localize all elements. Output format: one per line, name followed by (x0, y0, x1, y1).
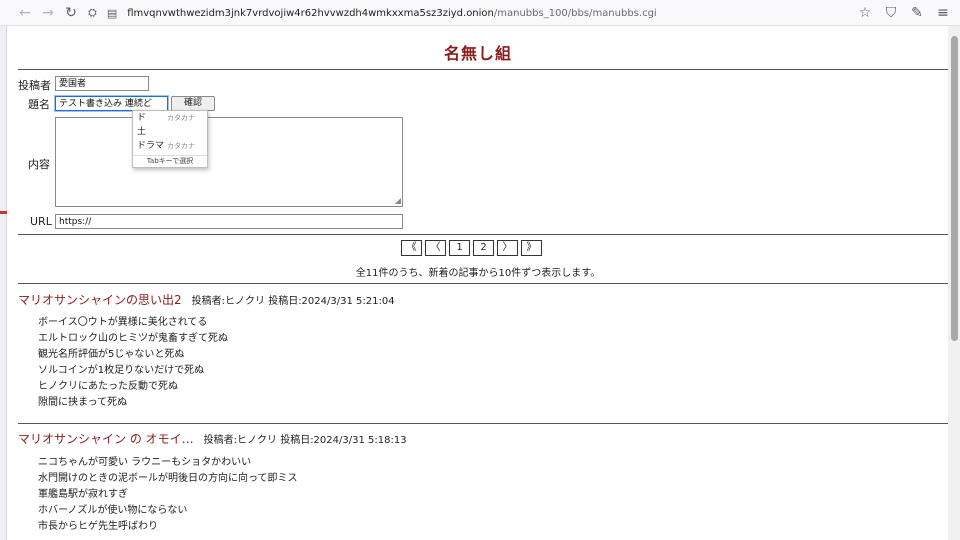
forward-icon[interactable]: → (37, 2, 59, 24)
page-info-icon[interactable]: ▤ (107, 7, 117, 20)
pager-page-2[interactable]: 2 (473, 240, 494, 256)
page-scrollbar[interactable] (948, 26, 960, 540)
content-textarea[interactable]: ◢ (55, 117, 403, 207)
bookmark-star-icon[interactable]: ☆ (854, 2, 876, 24)
ime-candidate[interactable]: ドラマ カタカナ (137, 140, 207, 153)
reload-icon[interactable]: ↻ (60, 2, 82, 24)
ime-candidate-text: 土 (137, 127, 147, 137)
post-line: ソルコインが1枚足りないだけで死ぬ (38, 365, 205, 376)
menu-icon[interactable]: ≡ (932, 2, 954, 24)
post-line: ボーイス〇ウトが異様に美化されてる (38, 317, 208, 328)
board-title: 名無し組 (443, 44, 512, 63)
pager: 《 〈 1 2 〉 》 (401, 240, 542, 256)
pager-summary: 全11件のうち、新着の記事から10件ずつ表示します。 (355, 268, 601, 279)
post-line: 隙間に挟まって死ぬ (38, 397, 128, 408)
url-bar[interactable]: ⛭ ▤ flmvqnvwthwezidm3jnk7vrdvojiw4r62hvv… (88, 3, 657, 23)
divider (18, 234, 948, 235)
post-meta: 投稿者:ヒノクリ 投稿日:2024/3/31 5:21:04 (191, 296, 395, 307)
divider (18, 423, 948, 424)
ime-hint: Tabキーで選択 (133, 155, 207, 167)
extensions-icon[interactable]: ✎ (906, 2, 928, 24)
back-icon[interactable]: ← (14, 2, 36, 24)
ime-candidate-popup: ド カタカナ 土 ドラマ カタカナ Tabキーで選択 (132, 110, 208, 168)
post-line: 市長からヒゲ先生呼ばわり (38, 521, 158, 532)
url-label: URL (30, 215, 52, 228)
content-label: 内容 (28, 158, 50, 171)
pager-first-button[interactable]: 《 (401, 240, 422, 256)
pager-next-button[interactable]: 〉 (497, 240, 518, 256)
onion-icon: ⛭ (88, 6, 97, 19)
url-host: flmvqnvwthwezidm3jnk7vrdvojiw4r62hvvwzdh… (127, 7, 494, 19)
divider (18, 283, 948, 284)
post-line: 水門開けのときの泥ボールが明後日の方向に向って即ミス (38, 473, 298, 484)
page-content: 名無し組 投稿者 愛国者 題名 テスト書き込み 連続ど 確認 内容 ◢ URL … (8, 26, 948, 540)
post-header: マリオサンシャイン の オモイ… 投稿者:ヒノクリ 投稿日:2024/3/31 5… (18, 430, 407, 447)
resize-grip-icon[interactable]: ◢ (395, 196, 401, 205)
post-line: 観光名所評価が5じゃないと死ぬ (38, 349, 185, 360)
pager-prev-button[interactable]: 〈 (425, 240, 446, 256)
post-title: マリオサンシャインの思い出2 (18, 293, 182, 307)
post-line: ニコちゃんが可愛い ラウニーもショタかわいい (38, 457, 252, 468)
post-line: 軍艦島駅が寂れすぎ (38, 489, 128, 500)
post-line: ヒノクリにあたった反動で死ぬ (38, 381, 178, 392)
author-label: 投稿者 (18, 79, 51, 92)
sidebar-accent (0, 211, 7, 214)
post-header: マリオサンシャインの思い出2 投稿者:ヒノクリ 投稿日:2024/3/31 5:2… (18, 291, 395, 308)
pager-last-button[interactable]: 》 (521, 240, 542, 256)
confirm-button[interactable]: 確認 (171, 96, 215, 111)
sidebar-sliver (0, 26, 7, 540)
post-body: ニコちゃんが可愛い ラウニーもショタかわいい 水門開けのときの泥ボールが明後日の… (38, 455, 298, 535)
url-field[interactable]: https:// (55, 214, 403, 229)
ime-candidate[interactable]: ド カタカナ (137, 112, 207, 125)
divider (18, 69, 948, 70)
ime-candidate-text: ド (137, 113, 147, 123)
post-line: エルトロック山のヒミツが鬼畜すぎて死ぬ (38, 333, 228, 344)
post-title: マリオサンシャイン の オモイ… (18, 432, 194, 446)
scroll-thumb[interactable] (951, 36, 958, 341)
ime-candidate-kana: カタカナ (167, 142, 195, 150)
shield-icon[interactable]: ⛉ (880, 2, 902, 24)
subject-label: 題名 (28, 98, 50, 111)
author-field[interactable]: 愛国者 (55, 76, 149, 91)
post-body: ボーイス〇ウトが異様に美化されてる エルトロック山のヒミツが鬼畜すぎて死ぬ 観光… (38, 315, 228, 411)
post-meta: 投稿者:ヒノクリ 投稿日:2024/3/31 5:18:13 (203, 435, 407, 446)
ime-candidate-kana: カタカナ (167, 114, 195, 122)
subject-field[interactable]: テスト書き込み 連続ど (55, 96, 168, 111)
post-line: ホバーノズルが使い物にならない (38, 505, 188, 516)
pager-page-1[interactable]: 1 (449, 240, 470, 256)
url-path: /manubbs_100/bbs/manubbs.cgi (493, 7, 657, 19)
ime-candidate-text: ドラマ (137, 141, 165, 151)
browser-toolbar: ← → ↻ ⛭ ▤ flmvqnvwthwezidm3jnk7vrdvojiw4… (0, 0, 960, 26)
ime-candidate[interactable]: 土 (137, 126, 207, 139)
